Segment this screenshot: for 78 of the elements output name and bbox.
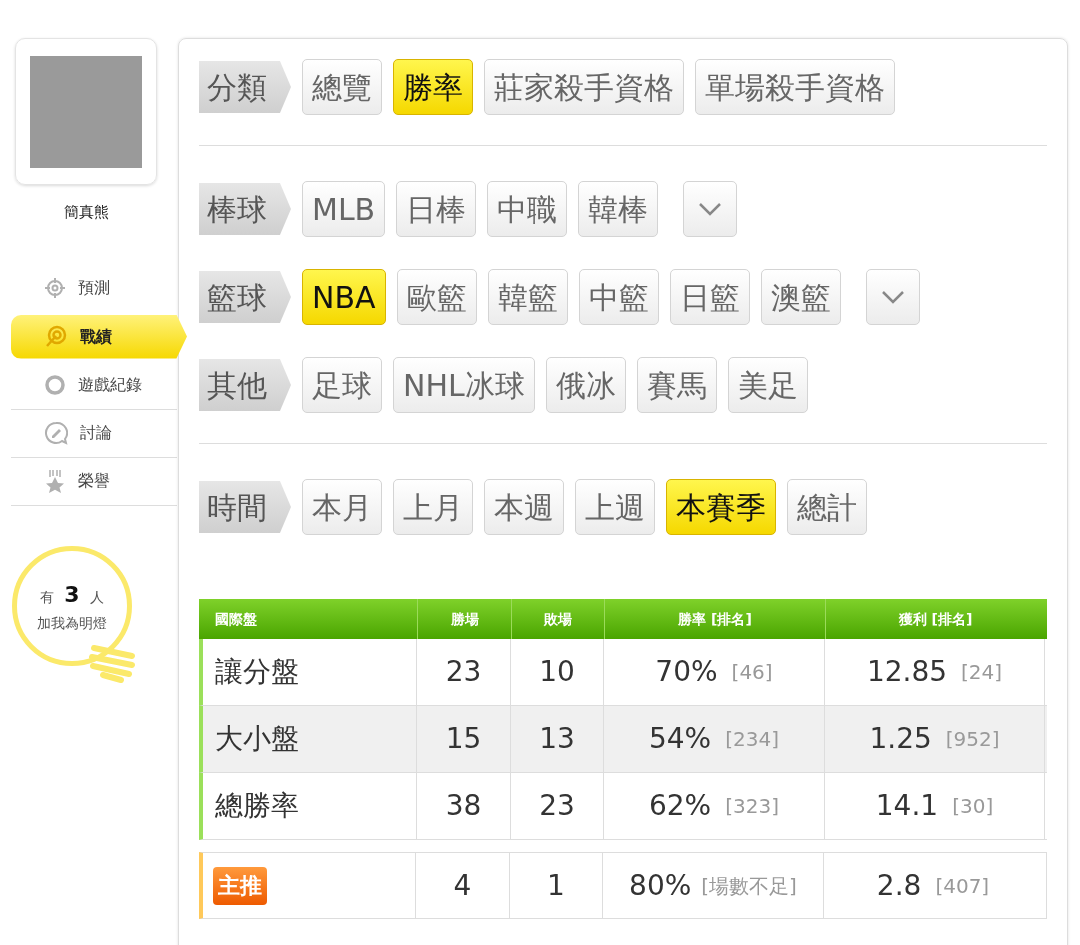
- filter-tab[interactable]: NHL冰球: [393, 357, 535, 413]
- filter-tab[interactable]: NBA: [302, 269, 386, 325]
- table-cell: 38: [417, 773, 511, 839]
- table-cell: 13: [511, 706, 604, 772]
- dropdown-button[interactable]: [683, 181, 738, 237]
- filter-tab[interactable]: 中職: [487, 181, 568, 237]
- table-cell: 23: [511, 773, 604, 839]
- filter-tab[interactable]: 韓籃: [487, 269, 568, 325]
- filter-tab[interactable]: 中籃: [578, 269, 659, 325]
- filter-tab[interactable]: 澳籃: [760, 269, 841, 325]
- win-rate: 70%: [655, 654, 718, 690]
- nav-item[interactable]: 討論: [11, 409, 177, 458]
- row-label: 大小盤: [203, 706, 417, 772]
- filter-category-label: 棒球: [199, 183, 291, 235]
- chevron-down-icon: [698, 202, 723, 216]
- filter-tab[interactable]: 上月: [393, 479, 473, 535]
- fan-label: 有: [40, 587, 55, 607]
- filter-category-label: 分類: [199, 61, 291, 113]
- filter-tab[interactable]: MLB: [302, 181, 386, 237]
- filter-category-label: 時間: [199, 481, 291, 533]
- win-rate: 80%: [629, 867, 692, 904]
- filter-tab[interactable]: 美足: [727, 357, 808, 413]
- filter-tab[interactable]: 歐籃: [396, 269, 477, 325]
- fan-count: 3: [64, 580, 80, 609]
- nav-item[interactable]: 預測: [11, 263, 177, 312]
- rank: [407]: [935, 872, 990, 900]
- filter-tab[interactable]: 勝率: [393, 59, 473, 115]
- column-header: 國際盤: [214, 609, 258, 629]
- rank: [場數不足]: [701, 872, 797, 900]
- chevron-down-icon: [880, 290, 905, 304]
- filter-tab[interactable]: 本賽季: [666, 479, 776, 535]
- filter-category-label: 籃球: [199, 271, 291, 323]
- row-label: 讓分盤: [203, 639, 417, 705]
- filter-tab[interactable]: 本週: [484, 479, 564, 535]
- table-cell: 15: [417, 706, 511, 772]
- filter-tab[interactable]: 總計: [787, 479, 867, 535]
- filter-tab[interactable]: 單場殺手資格: [695, 59, 895, 115]
- table-cell: 1: [510, 853, 603, 918]
- filter-tab[interactable]: 日棒: [396, 181, 477, 237]
- nav-item[interactable]: 榮譽: [11, 457, 177, 506]
- filter-tab[interactable]: 上週: [575, 479, 655, 535]
- chat-pencil-icon: [44, 421, 68, 445]
- filter-tab[interactable]: 俄冰: [545, 357, 626, 413]
- profit: 12.85: [866, 654, 948, 690]
- rank: [24]: [961, 659, 1003, 686]
- crosshair-icon: [44, 276, 66, 299]
- filter-tab[interactable]: 莊家殺手資格: [484, 59, 684, 115]
- rank: [234]: [725, 726, 779, 753]
- user-name: 簡真熊: [62, 202, 110, 223]
- filter-tab[interactable]: 足球: [302, 357, 382, 413]
- profit: 14.1: [875, 788, 939, 824]
- table-cell: 4: [416, 853, 510, 918]
- nav-item[interactable]: 遊戲紀錄: [11, 361, 177, 410]
- filter-tab[interactable]: 韓棒: [578, 181, 659, 237]
- star-medal-icon: [44, 469, 66, 493]
- win-rate: 62%: [649, 788, 712, 824]
- profit: 2.8: [876, 867, 922, 904]
- filter-tab[interactable]: 日籃: [669, 269, 750, 325]
- filter-tab[interactable]: 賽馬: [636, 357, 717, 413]
- filter-tab[interactable]: 總覽: [302, 59, 382, 115]
- rank: [46]: [731, 659, 773, 686]
- win-rate: 54%: [649, 721, 712, 757]
- row-label: 總勝率: [203, 773, 417, 839]
- filter-category-label: 其他: [199, 359, 291, 411]
- target-icon: [44, 324, 68, 349]
- featured-badge: 主推: [213, 866, 267, 905]
- dropdown-button[interactable]: [865, 269, 920, 325]
- rank: [952]: [945, 726, 1000, 753]
- profit: 1.25: [869, 721, 932, 757]
- filter-tab[interactable]: 本月: [302, 479, 382, 535]
- rank: [30]: [952, 793, 994, 820]
- nav-item[interactable]: 戰績: [11, 314, 187, 359]
- rank: [323]: [725, 793, 779, 820]
- ring-icon: [44, 374, 66, 396]
- table-cell: 23: [417, 639, 511, 705]
- fan-label: 人: [89, 587, 104, 607]
- fan-caption: 加我為明燈: [37, 613, 107, 633]
- table-cell: 10: [511, 639, 604, 705]
